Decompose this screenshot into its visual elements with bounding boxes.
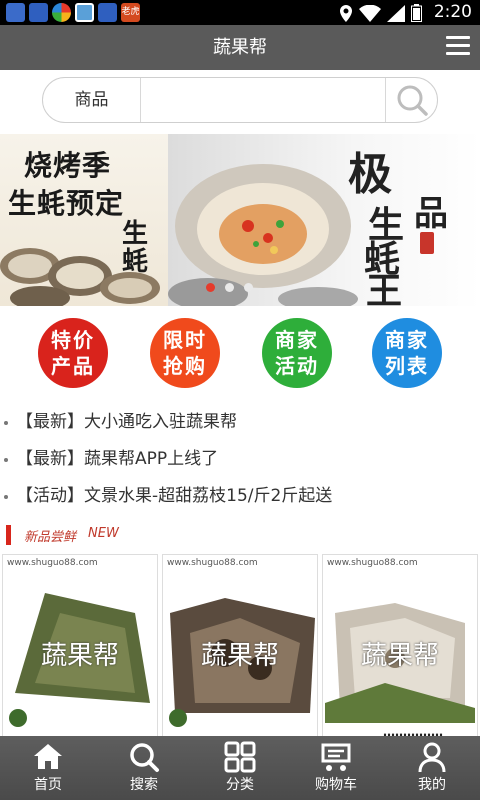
category-shortcuts: 特价 产品 限时 抢购 商家 活动 商家 列表: [0, 318, 480, 390]
plant-icon: [9, 709, 27, 727]
product-site-label: www.shuguo88.com: [327, 558, 418, 568]
banner-vertical-text: 生蚝: [122, 219, 149, 277]
nav-categories[interactable]: 分类: [192, 736, 288, 800]
search-icon: [130, 743, 159, 772]
search-bar: 商品: [42, 77, 438, 123]
product-watermark: 蔬果帮: [40, 641, 119, 671]
category-label: 活动: [275, 354, 319, 378]
nav-label: 我的: [418, 777, 446, 793]
banner-title-char: 极: [348, 149, 392, 200]
category-merchant-events-button[interactable]: 商家 活动: [262, 318, 332, 388]
paw-icon: [6, 3, 25, 22]
section-title: 新品尝鲜: [24, 530, 77, 545]
search-input[interactable]: [143, 84, 383, 116]
bullet-icon: [4, 421, 8, 425]
product-grid: www.shuguo88.com 蔬果帮 www.shuguo88.com 蔬果…: [0, 554, 480, 744]
location-icon: [340, 4, 352, 22]
category-label: 产品: [51, 354, 95, 378]
product-site-label: www.shuguo88.com: [7, 558, 98, 568]
battery-icon: [411, 4, 422, 22]
banner-pagination: [206, 283, 253, 292]
pagination-dot[interactable]: [225, 283, 234, 292]
user-icon: [418, 742, 446, 773]
news-app-icon: 老虎: [121, 3, 140, 22]
nav-label: 分类: [226, 777, 254, 793]
banner-title-char: 王: [366, 270, 403, 306]
product-watermark: 蔬果帮: [200, 641, 279, 671]
search-button[interactable]: [385, 78, 437, 122]
news-item[interactable]: 【最新】大小通吃入驻蔬果帮: [0, 404, 480, 441]
system-icons: [339, 4, 422, 22]
signal-icon: [387, 4, 405, 22]
category-label: 特价: [51, 328, 95, 352]
section-accent-bar: [6, 525, 11, 545]
category-label: 列表: [385, 354, 429, 378]
bullet-icon: [4, 495, 8, 499]
category-label: 商家: [385, 328, 429, 352]
product-card[interactable]: www.shuguo88.com 蔬果帮 ……………: [322, 554, 478, 742]
promo-banner[interactable]: 烧烤季 生蚝预定 生蚝 极 品 生 蚝 王: [0, 134, 480, 306]
pagination-dot[interactable]: [206, 283, 215, 292]
section-header-new-arrivals: 新品尝鲜 NEW: [0, 524, 480, 546]
menu-button[interactable]: [446, 36, 470, 58]
nav-label: 搜索: [130, 777, 158, 793]
status-bar: 老虎 2:20: [0, 0, 480, 25]
news-text: 【最新】蔬果帮APP上线了: [16, 449, 219, 469]
new-badge: NEW: [88, 526, 119, 541]
category-merchant-list-button[interactable]: 商家 列表: [372, 318, 442, 388]
clock: 2:20: [433, 2, 472, 22]
news-text: 【最新】大小通吃入驻蔬果帮: [16, 412, 237, 432]
page-title: 蔬果帮: [213, 37, 267, 58]
app-header: 蔬果帮: [0, 25, 480, 70]
bottom-navigation: 首页 搜索 分类 购物车 我的: [0, 736, 480, 800]
product-watermark: 蔬果帮: [360, 641, 439, 671]
product-site-label: www.shuguo88.com: [167, 558, 258, 568]
news-text: 【活动】文景水果-超甜荔枝15/斤2斤起送: [16, 486, 333, 506]
seal-stamp: [420, 232, 434, 254]
notification-icons: 老虎: [6, 3, 140, 22]
news-list: 【最新】大小通吃入驻蔬果帮 【最新】蔬果帮APP上线了 【活动】文景水果-超甜荔…: [0, 404, 480, 515]
fruit-app-icon: [52, 3, 71, 22]
pagination-dot[interactable]: [244, 283, 253, 292]
category-label: 限时: [163, 328, 207, 352]
news-item[interactable]: 【最新】蔬果帮APP上线了: [0, 441, 480, 478]
wifi-icon: [359, 4, 381, 22]
nav-profile[interactable]: 我的: [384, 736, 480, 800]
category-flash-sale-button[interactable]: 限时 抢购: [150, 318, 220, 388]
menu-icon-bar: [446, 36, 470, 39]
category-label: 商家: [275, 328, 319, 352]
bullet-icon: [4, 458, 8, 462]
paw-icon: [29, 3, 48, 22]
banner-subheadline: 生蚝预定: [8, 187, 125, 220]
search-icon: [397, 85, 428, 116]
product-card[interactable]: www.shuguo88.com 蔬果帮: [2, 554, 158, 742]
grid-icon: [224, 741, 256, 773]
product-card[interactable]: www.shuguo88.com 蔬果帮: [162, 554, 318, 742]
nav-search[interactable]: 搜索: [96, 736, 192, 800]
nav-label: 购物车: [315, 777, 357, 793]
category-specials-button[interactable]: 特价 产品: [38, 318, 108, 388]
cart-icon: [321, 743, 351, 771]
menu-icon-bar: [446, 52, 470, 55]
banner-title-char: 品: [414, 194, 448, 234]
nav-home[interactable]: 首页: [0, 736, 96, 800]
banner-panel-left: 烧烤季 生蚝预定 生蚝: [0, 134, 168, 306]
nav-cart[interactable]: 购物车: [288, 736, 384, 800]
menu-icon-bar: [446, 44, 470, 47]
category-label: 抢购: [163, 354, 207, 378]
search-category-select[interactable]: 商品: [43, 78, 141, 122]
news-item[interactable]: 【活动】文景水果-超甜荔枝15/斤2斤起送: [0, 478, 480, 515]
paw-icon: [98, 3, 117, 22]
home-icon: [34, 744, 62, 769]
plant-icon: [169, 709, 187, 727]
grilled-oyster-image: [168, 164, 358, 306]
nav-label: 首页: [34, 777, 62, 793]
photo-icon: [75, 3, 94, 22]
banner-panel-right: 极 品 生 蚝 王: [168, 134, 480, 306]
banner-headline: 烧烤季: [24, 149, 112, 182]
